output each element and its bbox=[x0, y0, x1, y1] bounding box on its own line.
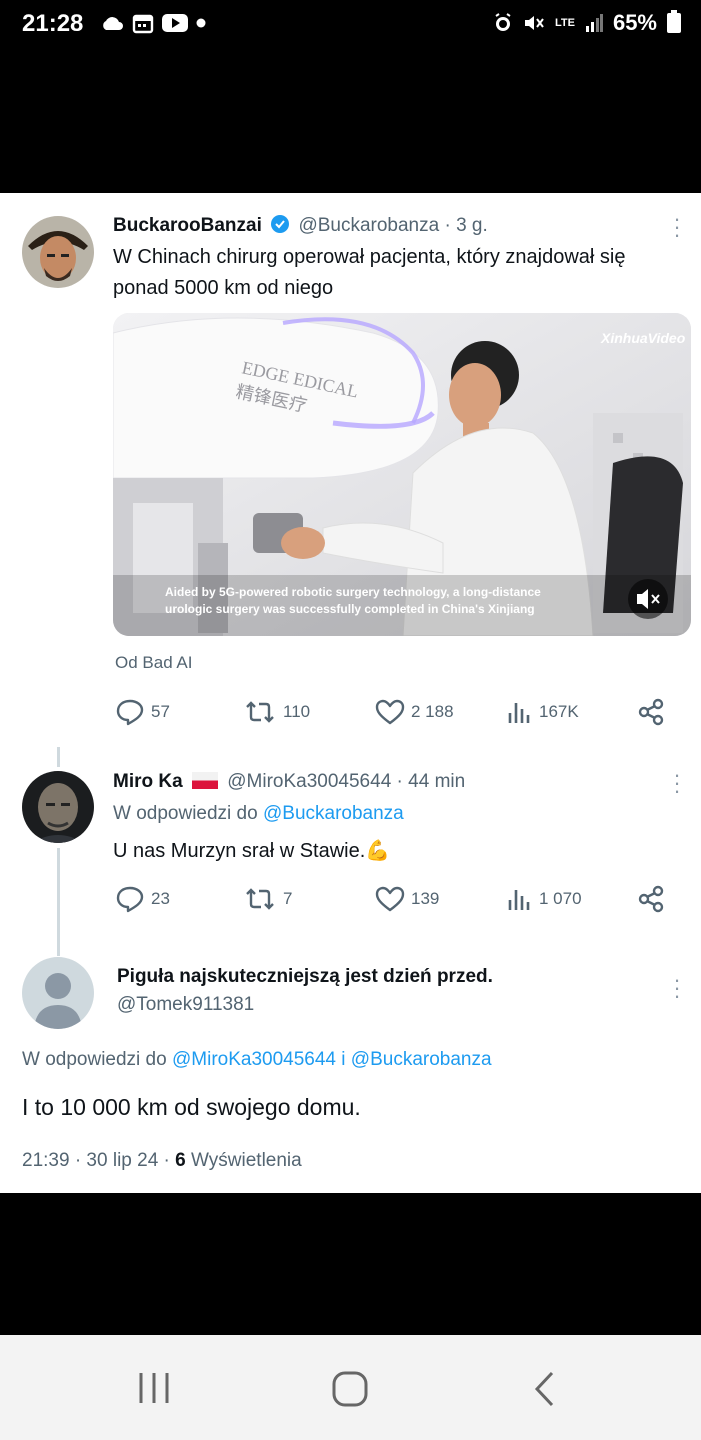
recents-icon[interactable] bbox=[136, 1371, 172, 1405]
views-icon bbox=[508, 890, 530, 910]
reply-icon bbox=[116, 886, 144, 913]
like-icon bbox=[375, 699, 405, 725]
repost-count: 110 bbox=[283, 702, 311, 721]
views-button[interactable]: 1 070 bbox=[507, 886, 637, 912]
views-button[interactable]: 167K bbox=[507, 699, 637, 725]
views-icon bbox=[508, 703, 530, 723]
author-name[interactable]: BuckarooBanzai bbox=[113, 215, 262, 236]
reply-to-label: W odpowiedzi do bbox=[113, 803, 258, 824]
views-count: 167K bbox=[539, 702, 579, 721]
like-button[interactable]: 2 188 bbox=[375, 699, 507, 725]
repost-icon bbox=[246, 888, 274, 910]
screenshot-panel: BuckarooBanzai @Buckarobanza · 3 g. · · · … bbox=[0, 193, 701, 1193]
focused-reply-text: I to 10 000 km od swojego domu. bbox=[22, 1094, 361, 1120]
video-caption-line2: urologic surgery was successfully comple… bbox=[165, 602, 535, 616]
more-icon[interactable]: · · · bbox=[672, 764, 682, 802]
reply-to-label: W odpowiedzi do bbox=[22, 1049, 167, 1070]
alarm-icon bbox=[495, 13, 511, 31]
signal-icon bbox=[585, 14, 603, 32]
notification-dot-icon bbox=[196, 18, 206, 28]
reply-actions: 23 7 139 1 070 bbox=[115, 885, 665, 913]
repost-button[interactable]: 110 bbox=[243, 699, 375, 725]
calendar-icon bbox=[132, 14, 154, 34]
reply-to-link[interactable]: @MiroKa30045644 bbox=[172, 1049, 336, 1070]
more-icon[interactable]: · · · bbox=[672, 208, 682, 246]
back-icon[interactable] bbox=[532, 1370, 558, 1408]
poland-flag-icon bbox=[191, 772, 218, 789]
avatar-buckaroobanzai[interactable] bbox=[22, 216, 94, 288]
tweet-actions: 57 110 2 188 167K bbox=[115, 698, 665, 726]
reply-count: 23 bbox=[151, 889, 170, 908]
author-handle[interactable]: @Tomek911381 bbox=[117, 994, 254, 1015]
reply-button[interactable]: 23 bbox=[115, 885, 243, 913]
media-source[interactable]: Od Bad AI bbox=[115, 653, 193, 673]
repost-count: 7 bbox=[283, 889, 293, 908]
reply-to-link[interactable]: @Buckarobanza bbox=[263, 803, 404, 824]
author-name[interactable]: Piguła najskuteczniejszą jest dzień prze… bbox=[117, 966, 493, 987]
views-count: 1 070 bbox=[539, 889, 582, 908]
status-time: 21:28 bbox=[22, 10, 84, 37]
reply-to-link[interactable]: @Buckarobanza bbox=[351, 1049, 492, 1070]
like-button[interactable]: 139 bbox=[375, 886, 507, 912]
mute-icon bbox=[524, 16, 544, 30]
youtube-icon bbox=[162, 14, 188, 32]
thread-line bbox=[57, 747, 60, 767]
tweet-time: · 3 g. bbox=[444, 215, 488, 236]
avatar-miroka[interactable] bbox=[22, 771, 94, 843]
thread-line bbox=[57, 848, 60, 956]
reply-count: 57 bbox=[151, 702, 170, 721]
post-timestamp: 21:39 · 30 lip 24 · 6 Wyświetlenia bbox=[22, 1150, 302, 1171]
tweet-video[interactable]: XinhuaVideo EDGE EDICAL 精锋医疗 Aided by 5G… bbox=[113, 313, 691, 636]
views-count: 6 bbox=[175, 1150, 186, 1171]
tweet-text: W Chinach chirurg operował pacjenta, któ… bbox=[113, 246, 626, 299]
share-button[interactable] bbox=[637, 885, 665, 913]
author-name[interactable]: Miro Ka bbox=[113, 771, 183, 792]
reply-time: · 44 min bbox=[396, 771, 466, 792]
like-count: 2 188 bbox=[411, 702, 454, 721]
battery-icon bbox=[667, 10, 681, 33]
share-icon bbox=[638, 885, 664, 913]
reply-button[interactable]: 57 bbox=[115, 698, 243, 726]
reply-icon bbox=[116, 699, 144, 726]
network-type: LTE bbox=[554, 16, 575, 29]
views-label[interactable]: Wyświetlenia bbox=[191, 1150, 302, 1171]
like-icon bbox=[375, 886, 405, 912]
status-bar: 21:28 LTE 65% bbox=[0, 0, 701, 52]
share-icon bbox=[638, 698, 664, 726]
reply-text: U nas Murzyn srał w Stawie.💪 bbox=[113, 840, 391, 862]
video-caption-line1: Aided by 5G-powered robotic surgery tech… bbox=[165, 585, 541, 599]
verified-badge-icon bbox=[271, 215, 290, 233]
author-handle[interactable]: @Buckarobanza bbox=[298, 215, 439, 236]
navigation-bar bbox=[0, 1335, 701, 1440]
author-handle[interactable]: @MiroKa30045644 bbox=[227, 771, 391, 792]
more-icon[interactable]: · · · bbox=[672, 969, 682, 1007]
share-button[interactable] bbox=[637, 698, 665, 726]
like-count: 139 bbox=[411, 889, 440, 908]
home-icon[interactable] bbox=[331, 1370, 369, 1408]
cloud-icon bbox=[103, 17, 123, 30]
battery-percent: 65% bbox=[612, 10, 657, 35]
video-watermark: XinhuaVideo bbox=[600, 330, 686, 346]
repost-icon bbox=[246, 701, 274, 723]
avatar-default[interactable] bbox=[22, 957, 94, 1029]
repost-button[interactable]: 7 bbox=[243, 886, 375, 912]
